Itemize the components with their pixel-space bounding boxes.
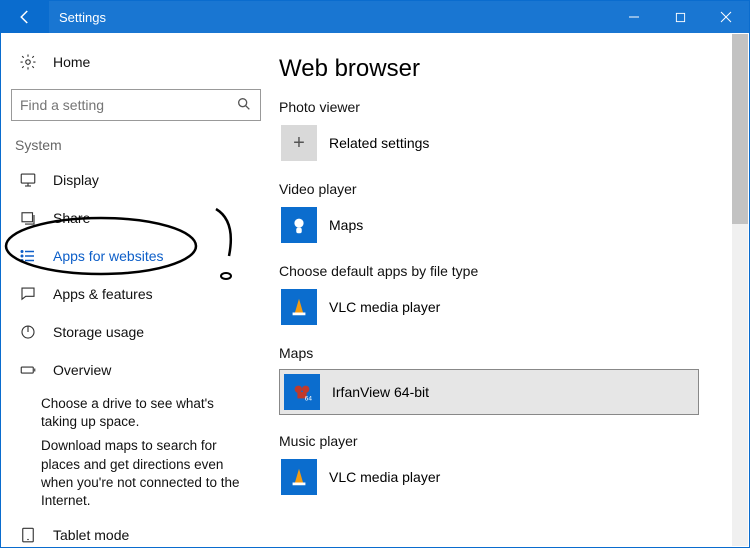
sidebar-item-apps-features[interactable]: Apps & features bbox=[11, 275, 261, 313]
app-row-vlc-2[interactable]: VLC media player bbox=[279, 457, 731, 497]
search-box[interactable] bbox=[11, 89, 261, 121]
sidebar-item-label: Display bbox=[53, 172, 99, 188]
window-title: Settings bbox=[49, 10, 611, 25]
minimize-button[interactable] bbox=[611, 1, 657, 33]
irfanview-app-icon: 64 bbox=[284, 374, 320, 410]
battery-icon bbox=[19, 361, 37, 379]
camera-app-icon bbox=[281, 207, 317, 243]
app-name: VLC media player bbox=[329, 299, 440, 315]
section-label-video-player: Video player bbox=[279, 181, 731, 197]
sidebar-item-share[interactable]: Share bbox=[11, 199, 261, 237]
sidebar-home[interactable]: Home bbox=[11, 47, 261, 77]
sidebar-item-overview[interactable]: Overview bbox=[11, 351, 261, 389]
tablet-icon bbox=[19, 526, 37, 544]
monitor-icon bbox=[19, 171, 37, 189]
section-label-music-player: Music player bbox=[279, 433, 731, 449]
sidebar-item-storage[interactable]: Storage usage bbox=[11, 313, 261, 351]
sidebar: Home System Display Share bbox=[1, 33, 271, 547]
section-label-maps: Maps bbox=[279, 345, 731, 361]
section-label-photo-viewer: Photo viewer bbox=[279, 99, 731, 115]
page-title: Web browser bbox=[279, 55, 731, 83]
maximize-button[interactable] bbox=[657, 1, 703, 33]
share-icon bbox=[19, 209, 37, 227]
app-name: VLC media player bbox=[329, 469, 440, 485]
app-row-related-settings[interactable]: + Related settings bbox=[279, 123, 731, 163]
sidebar-item-label: Storage usage bbox=[53, 324, 144, 340]
chat-icon bbox=[19, 285, 37, 303]
app-name: Maps bbox=[329, 217, 363, 233]
plus-icon: + bbox=[281, 125, 317, 161]
app-name: Related settings bbox=[329, 135, 429, 151]
section-label-file-type: Choose default apps by file type bbox=[279, 263, 731, 279]
power-icon bbox=[19, 323, 37, 341]
sidebar-info-text: Choose a drive to see what's taking up s… bbox=[11, 389, 261, 510]
sidebar-item-apps-for-websites[interactable]: Apps for websites bbox=[11, 237, 261, 275]
titlebar: Settings bbox=[1, 1, 749, 33]
list-icon bbox=[19, 247, 37, 265]
sidebar-category: System bbox=[11, 131, 261, 161]
sidebar-item-display[interactable]: Display bbox=[11, 161, 261, 199]
vlc-app-icon bbox=[281, 459, 317, 495]
close-button[interactable] bbox=[703, 1, 749, 33]
vlc-app-icon bbox=[281, 289, 317, 325]
sidebar-home-label: Home bbox=[53, 54, 90, 70]
sidebar-item-label: Overview bbox=[53, 362, 111, 378]
sidebar-item-label: Apps & features bbox=[53, 286, 153, 302]
app-row-vlc-1[interactable]: VLC media player bbox=[279, 287, 731, 327]
gear-icon bbox=[19, 53, 37, 71]
app-name: IrfanView 64-bit bbox=[332, 384, 429, 400]
app-row-irfanview[interactable]: 64 IrfanView 64-bit bbox=[279, 369, 699, 415]
scrollbar-track[interactable] bbox=[732, 34, 748, 546]
search-icon bbox=[236, 96, 252, 115]
sidebar-item-label: Share bbox=[53, 210, 90, 226]
sidebar-item-tablet-mode[interactable]: Tablet mode bbox=[11, 516, 261, 547]
search-input[interactable] bbox=[20, 97, 236, 113]
main-content: Web browser Photo viewer + Related setti… bbox=[271, 33, 749, 547]
back-button[interactable] bbox=[1, 1, 49, 33]
scrollbar-thumb[interactable] bbox=[732, 34, 748, 224]
sidebar-item-label: Tablet mode bbox=[53, 527, 129, 543]
sidebar-item-label: Apps for websites bbox=[53, 248, 164, 264]
app-row-maps[interactable]: Maps bbox=[279, 205, 731, 245]
svg-text:64: 64 bbox=[305, 395, 313, 402]
